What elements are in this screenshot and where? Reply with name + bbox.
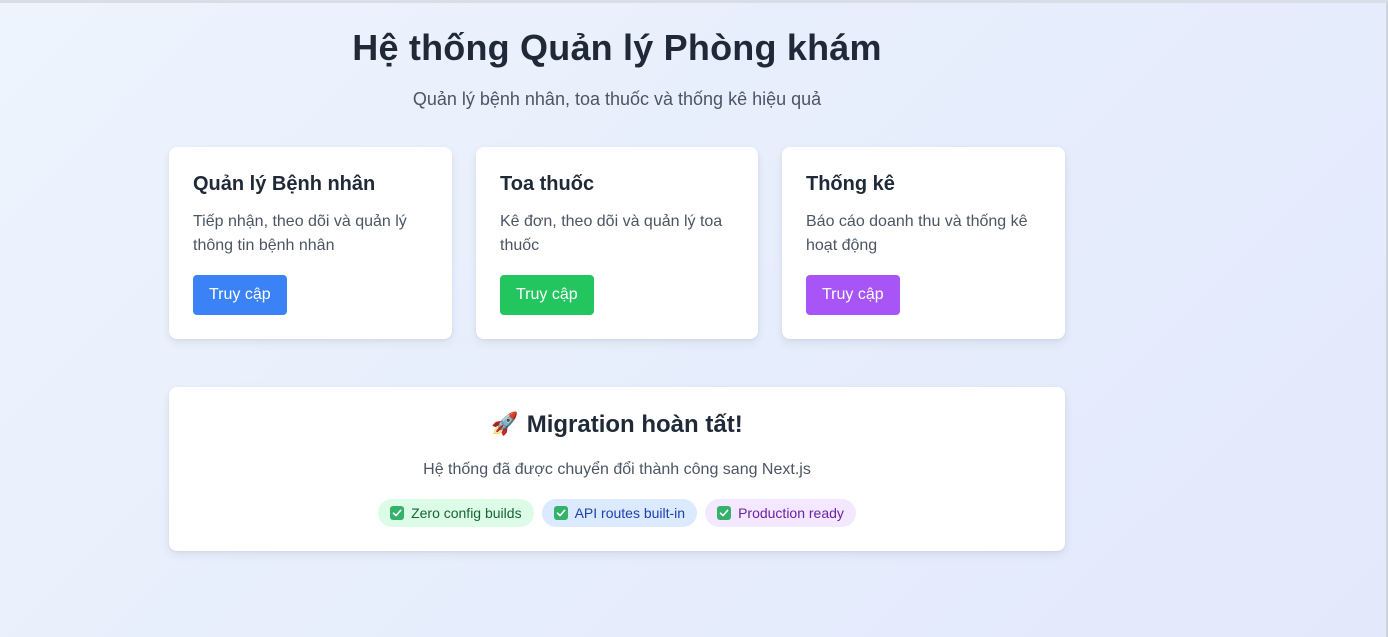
page-subtitle: Quản lý bệnh nhân, toa thuốc và thống kê… (412, 89, 822, 109)
migration-title-text: Migration hoàn tất! (526, 411, 743, 438)
statistics-access-button[interactable]: Truy cập (806, 275, 900, 315)
migration-panel: 🚀 Migration hoàn tất! Hệ thống đã được ch… (169, 387, 1065, 551)
check-icon (553, 506, 568, 520)
check-icon (390, 506, 405, 520)
migration-title: 🚀 Migration hoàn tất! (169, 411, 1065, 439)
patient-access-button[interactable]: Truy cập (193, 275, 287, 315)
prescription-access-button[interactable]: Truy cập (500, 275, 594, 315)
feature-badge: Production ready (705, 499, 856, 527)
migration-description: Hệ thống đã được chuyển đổi thành công s… (423, 461, 811, 478)
statistics-card: Thống kê Báo cáo doanh thu và thống kê h… (782, 147, 1065, 339)
feature-badge: API routes built-in (541, 499, 698, 527)
badge-label: Zero config builds (411, 505, 522, 521)
badge-label: API routes built-in (574, 505, 686, 521)
feature-badge: Zero config builds (378, 499, 534, 527)
card-description: Tiếp nhận, theo dõi và quản lý thông tin… (193, 213, 407, 254)
prescription-card: Toa thuốc Kê đơn, theo dõi và quản lý to… (476, 147, 758, 339)
rocket-icon: 🚀 (491, 412, 519, 437)
feature-badges: Zero config builds API routes built-in P… (169, 499, 1065, 527)
patient-management-card: Quản lý Bệnh nhân Tiếp nhận, theo dõi và… (169, 147, 452, 339)
check-icon (717, 506, 732, 520)
card-description: Kê đơn, theo dõi và quản lý toa thuốc (500, 213, 723, 254)
card-description: Báo cáo doanh thu và thống kê hoạt động (806, 213, 1028, 254)
card-title: Toa thuốc (500, 173, 595, 195)
page-title: Hệ thống Quản lý Phòng khám (352, 27, 882, 68)
card-title: Quản lý Bệnh nhân (193, 173, 376, 195)
badge-label: Production ready (738, 505, 844, 521)
card-title: Thống kê (806, 173, 895, 195)
